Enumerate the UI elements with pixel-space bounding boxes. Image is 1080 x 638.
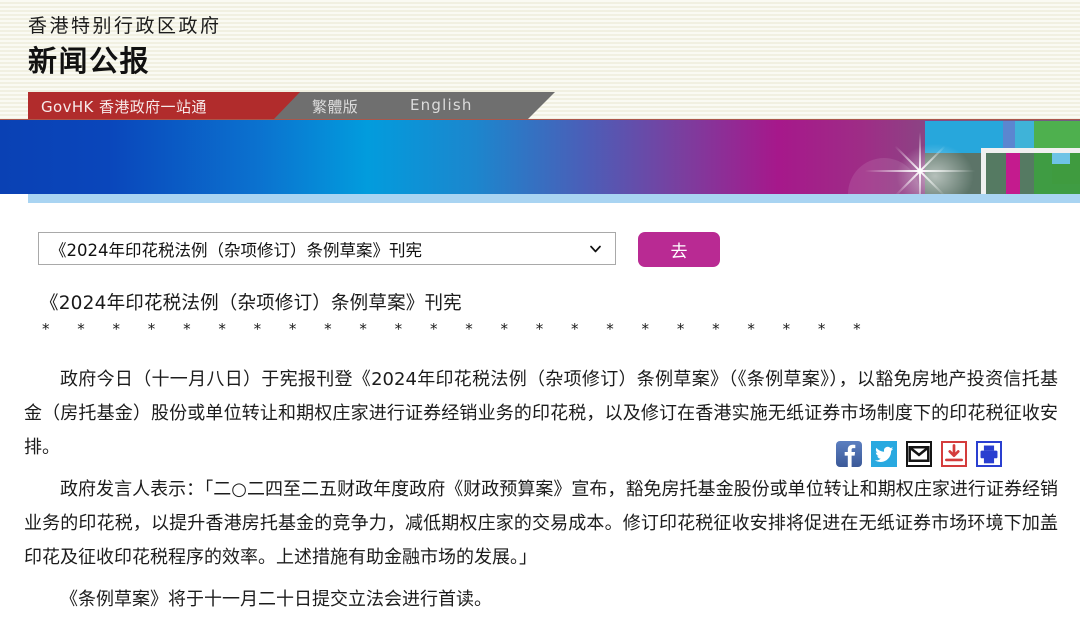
go-button[interactable]: 去 <box>638 232 720 267</box>
news-select[interactable]: 《2024年印花税法例（杂项修订）条例草案》刊宪 <box>38 232 616 265</box>
hero-banner <box>0 119 1080 194</box>
article-paragraph: 政府今日（十一月八日）于宪报刊登《2024年印花税法例（杂项修订）条例草案》（《… <box>24 369 1058 458</box>
article-paragraph: 《条例草案》将于十一月二十日提交立法会进行首读。 <box>60 589 492 610</box>
article-separator: * * * * * * * * * * * * * * * * * * * * … <box>42 320 873 338</box>
tab-traditional-chinese[interactable]: 繁體版 <box>312 96 358 117</box>
hero-white-frame-decor <box>981 148 1080 194</box>
government-name: 香港特别行政区政府 <box>28 15 222 37</box>
hero-sparkle-icon <box>894 145 946 194</box>
top-tab-bar: GovHK 香港政府一站通 繁體版 English <box>0 92 1080 119</box>
news-select-value: 《2024年印花税法例（杂项修订）条例草案》刊宪 <box>50 240 422 260</box>
masthead: 香港特别行政区政府 新闻公报 <box>0 0 1080 92</box>
tab-govhk-label[interactable]: GovHK 香港政府一站通 <box>41 96 207 117</box>
tab-english[interactable]: English <box>410 96 473 114</box>
article-title: 《2024年印花税法例（杂项修订）条例草案》刊宪 <box>40 293 462 314</box>
controls-row: 《2024年印花税法例（杂项修订）条例草案》刊宪 去 <box>0 203 1080 467</box>
hero-underline <box>28 194 1080 203</box>
page-title: 新闻公报 <box>28 44 151 78</box>
news-bulletin-page: 香港特别行政区政府 新闻公报 GovHK 香港政府一站通 繁體版 English <box>0 0 1080 638</box>
chevron-down-icon <box>590 245 601 252</box>
hero-gradient <box>0 120 1080 194</box>
article-paragraph: 政府发言人表示：「二○二四至二五财政年度政府《财政预算案》宣布，豁免房托基金股份… <box>24 479 1058 568</box>
